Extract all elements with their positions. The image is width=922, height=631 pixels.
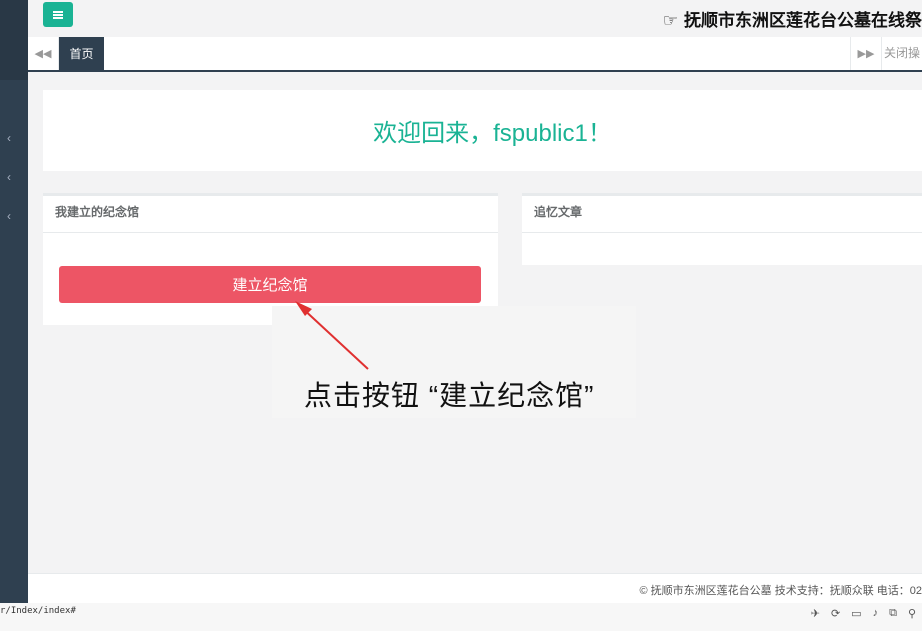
trash-icon[interactable]: ▭ xyxy=(851,607,861,620)
browser-status-bar: r/Index/index# ✈ ⟳ ▭ ♪ ⧉ ⚲ xyxy=(0,603,922,631)
refresh-icon[interactable]: ⟳ xyxy=(831,607,840,620)
footer: © 抚顺市东洲区莲花台公墓 技术支持：抚顺众联 电话：02 xyxy=(28,573,922,604)
annotation-text: 点击按钮 “建立纪念馆” xyxy=(304,380,595,411)
status-icons: ✈ ⟳ ▭ ♪ ⧉ ⚲ xyxy=(811,607,916,620)
annotation-arrow xyxy=(295,301,369,370)
pin-icon[interactable]: ✈ xyxy=(811,607,820,620)
speaker-icon[interactable]: ♪ xyxy=(873,607,879,620)
status-url: r/Index/index# xyxy=(0,606,76,616)
zoom-icon[interactable]: ⚲ xyxy=(908,607,916,620)
footer-text: © 抚顺市东洲区莲花台公墓 技术支持：抚顺众联 电话：02 xyxy=(639,585,922,597)
window-icon[interactable]: ⧉ xyxy=(889,607,897,620)
